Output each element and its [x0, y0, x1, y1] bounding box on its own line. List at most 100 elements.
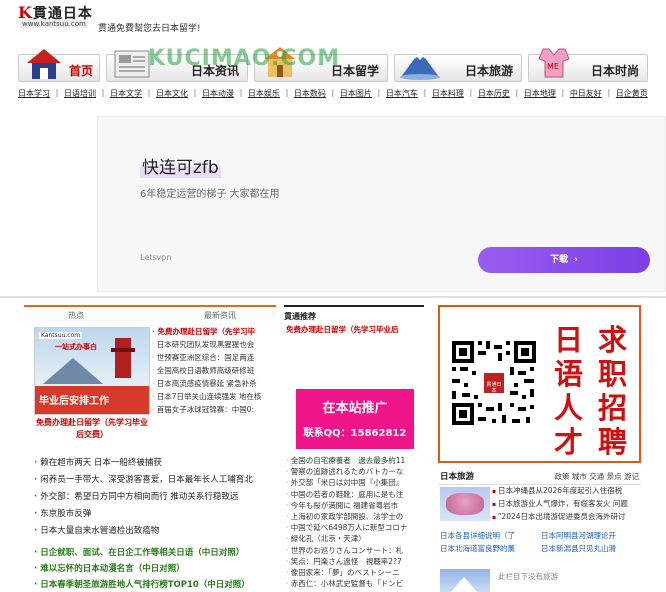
- tab-hot[interactable]: 热点: [68, 310, 84, 321]
- recommend-column: 貫通推荐 免费办理赴日留学（先学习毕业后 在本站推广 联系QQ：15862812…: [284, 305, 424, 592]
- nav-tab-fashion[interactable]: ME 日本时尚: [528, 48, 648, 82]
- promo-banner[interactable]: 在本站推广 联系QQ：15862812: [296, 389, 414, 449]
- nav-tab-travel[interactable]: 日本旅游: [394, 51, 522, 82]
- site-header: K貫通日本 www.kantsuu.com 貫通免費幫您去日本留学!: [0, 0, 666, 40]
- bilingual-list: 日企就职、面试、在日企工作等相关日语（中日对照） 难以忘怀的日本动漫名言（中日对…: [34, 545, 276, 592]
- list-item[interactable]: 上海初の家政学部開設、法学士の: [286, 511, 424, 522]
- list-item[interactable]: 日本大量自来水管道检出致癌物: [34, 523, 276, 540]
- list-item[interactable]: 免费办理赴日留学（先学习毕: [152, 325, 276, 338]
- list-item[interactable]: "2024日本出境游促进委员会海外研讨: [492, 511, 641, 524]
- recommend-hot-link[interactable]: 免费办理赴日留学（先学习毕业后: [286, 324, 399, 335]
- tower-shape: [115, 338, 131, 378]
- subnav-item[interactable]: 日本地理: [524, 88, 556, 102]
- list-item[interactable]: 首届女子冰球冠锦赛：中国0:: [152, 403, 276, 416]
- site-slogan: 貫通免費幫您去日本留学!: [98, 24, 201, 34]
- image-tag: Kantsuu.com: [39, 332, 83, 339]
- featured-image[interactable]: Kantsuu.com 一站式办事白 毕业后安排工作: [34, 327, 150, 415]
- list-item[interactable]: 日本北海道富良野的薰: [440, 542, 540, 555]
- list-item[interactable]: 外交部：希望日方同中方相向而行 推动关系行稳致远: [34, 489, 276, 506]
- ad-title: 快连可zfb: [140, 153, 221, 178]
- subnav-item[interactable]: 日本料理: [432, 88, 464, 102]
- subnav-item[interactable]: 日本图片: [340, 88, 372, 102]
- list-item[interactable]: 世界のお巡りさんコンサート：札: [286, 545, 424, 556]
- travel-heading: 日本旅游: [440, 472, 475, 482]
- subnav-item[interactable]: 日本数码: [294, 88, 326, 102]
- list-item[interactable]: 日本高流感疫情暴延 紧急补杀: [152, 377, 276, 390]
- logo-url: www.kantsuu.com: [20, 20, 88, 28]
- list-item[interactable]: 緑化孔（北京・天津）: [286, 533, 424, 544]
- list-item[interactable]: 日企就职、面试、在日企工作等相关日语（中日对照）: [34, 545, 276, 561]
- site-logo[interactable]: K貫通日本 www.kantsuu.com: [18, 3, 94, 29]
- travel-image[interactable]: [440, 487, 490, 521]
- recommend-heading: 貫通推荐: [284, 305, 424, 321]
- featured-caption[interactable]: 免费办理赴日留学（先学习毕业后交费）: [34, 417, 150, 441]
- news-list: 赖在超市两天 日本一船终被捕获 闲养员一手带大、深受游客喜爱，日本最年长人工哺育…: [34, 455, 276, 540]
- list-item[interactable]: 难以忘怀的日本动漫名言（中日对照）: [34, 561, 276, 577]
- ad-download-button[interactable]: 下载 ›: [478, 247, 650, 273]
- subnav-item[interactable]: 日本动漫: [202, 88, 234, 102]
- travel-image-2[interactable]: [440, 569, 490, 592]
- ad-button-label: 下载: [550, 255, 569, 265]
- list-item[interactable]: 全国高校日语教师高级研修班: [152, 364, 276, 377]
- image-band-text: 毕业后安排工作: [39, 396, 109, 407]
- nav-tab-home[interactable]: 首页: [18, 49, 100, 82]
- subnav-item[interactable]: 日本学习: [18, 88, 50, 102]
- list-item[interactable]: 赤西仁：小林武史監督も「ドンビ: [286, 578, 424, 589]
- list-item[interactable]: 日本旅游业人气爆炸，有缆客发火 问题: [492, 498, 641, 511]
- svg-text:ME: ME: [547, 62, 559, 71]
- promo-line-1: 在本站推广: [322, 401, 388, 416]
- list-item[interactable]: 日本冲绳县从2026年度起引入住宿税: [492, 485, 641, 498]
- list-item[interactable]: 今年も桜が満開に 福建省粤岩市: [286, 500, 424, 511]
- mountain-shape: [43, 358, 103, 384]
- list-item[interactable]: 闲养员一手带大、深受游客喜爱，日本最年长人工哺育北: [34, 472, 276, 489]
- travel-list: 日本冲绳县从2026年度起引入住宿税 日本旅游业人气爆炸，有缆客发火 问题 "2…: [492, 485, 641, 524]
- ad-subtitle: 6年稳定运营的梯子 大家都在用: [140, 189, 280, 200]
- job-recruit-box[interactable]: 貫通日本 日 语 人 才 求 职 招 聘: [438, 305, 641, 463]
- site-watermark: KUCIMAO.COM: [148, 46, 341, 71]
- ad-banner[interactable]: 快连可zfb 6年稳定运营的梯子 大家都在用 Letsvpn 下载 ›: [97, 116, 666, 292]
- list-item[interactable]: 笑点：円楽さん過怪 視聴率2?7: [286, 556, 424, 567]
- list-item[interactable]: 全国の自宅療養者 過去最多約11: [286, 455, 424, 466]
- qr-label: 貫通日本: [486, 382, 502, 394]
- travel-section-header: 日本旅游 政策 城市 交通 景点 游记: [438, 469, 641, 485]
- list-item[interactable]: 外交部「米日は対中国『小集団』: [286, 477, 424, 488]
- list-item[interactable]: 赖在超市两天 日本一船终被捕获: [34, 455, 276, 472]
- subnav-item[interactable]: 中日友好: [570, 88, 602, 102]
- list-item[interactable]: 日本各县详细说明（了: [440, 529, 540, 542]
- fashion-icon: ME: [538, 48, 570, 78]
- list-item[interactable]: 日本研究团队发现黑猩猩也会: [152, 338, 276, 351]
- subnav-item[interactable]: 日本文化: [156, 88, 188, 102]
- chevron-right-icon: ›: [571, 255, 578, 265]
- subnav-item[interactable]: 日本文学: [110, 88, 142, 102]
- list-item[interactable]: 中国の若者の鞋靴：庭用に是も注: [286, 489, 424, 500]
- newspaper-icon: [114, 50, 150, 78]
- subnav-item[interactable]: 日企黄页: [616, 88, 648, 102]
- list-item[interactable]: 日本阿明县河湖理论开: [541, 529, 641, 542]
- job-recruit-text: 日 语 人 才 求 职 招 聘: [554, 323, 628, 459]
- travel-grid: 日本各县详细说明（了 日本阿明县河湖理论开 日本北海道富良野的薰 日本新潟县只见…: [440, 529, 641, 555]
- travel-tabs[interactable]: 政策 城市 交通 景点 游记: [554, 471, 639, 482]
- subnav-item[interactable]: 日本娱乐: [248, 88, 280, 102]
- list-item[interactable]: 日本春季朝圣旅游胜地人气排行榜TOP10（中日对照）: [34, 577, 276, 592]
- hot-list: 免费办理赴日留学（先学习毕 日本研究团队发现黑猩猩也会 世预赛亚洲区综合：国足两…: [152, 325, 276, 416]
- subnav-item[interactable]: 日本汽车: [386, 88, 418, 102]
- main-nav: 首页 日本资讯 日本留学 日本旅游 ME 日本时尚 KUCIMAO.COM: [18, 44, 648, 84]
- subnav-item[interactable]: 日语培训: [64, 88, 96, 102]
- list-item[interactable]: 日本7日举关山连续强发 地在核: [152, 390, 276, 403]
- news-tabbar: 热点 最新资讯: [24, 305, 276, 321]
- sub-nav: 日本学习 | 日语培训 | 日本文学 | 日本文化 | 日本动漫 | 日本娱乐 | 日本数码…: [18, 88, 648, 102]
- list-item[interactable]: 像田家来：「夢」のベストシーニ: [286, 567, 424, 578]
- news-column: 热点 最新资讯 Kantsuu.com 一站式办事白 毕业后安排工作 免费办理赴…: [24, 305, 276, 592]
- japanese-news-list: 全国の自宅療養者 過去最多約11 警察の追跡逃れるためバトカーな 外交部「米日は…: [286, 455, 424, 589]
- list-item[interactable]: 世预赛亚洲区综合：国足两连: [152, 351, 276, 364]
- mount-fuji-icon: [400, 51, 440, 80]
- list-item[interactable]: 警察の追跡逃れるためバトカーな: [286, 466, 424, 477]
- list-item[interactable]: 东京股市反弹: [34, 506, 276, 523]
- promo-line-2: 联系QQ：15862812: [303, 428, 407, 439]
- ad-brand: Letsvpn: [140, 253, 172, 262]
- tab-latest[interactable]: 最新资讯: [204, 310, 236, 321]
- list-item[interactable]: 日本新潟县只见丸山滑: [541, 542, 641, 555]
- side-column: 貫通日本 日 语 人 才 求 职 招 聘 日本旅游 政策 城市 交通 景点 游记…: [438, 305, 641, 592]
- subnav-item[interactable]: 日本历史: [478, 88, 510, 102]
- list-item[interactable]: 中国で延べ6498万人に新型コロナ: [286, 522, 424, 533]
